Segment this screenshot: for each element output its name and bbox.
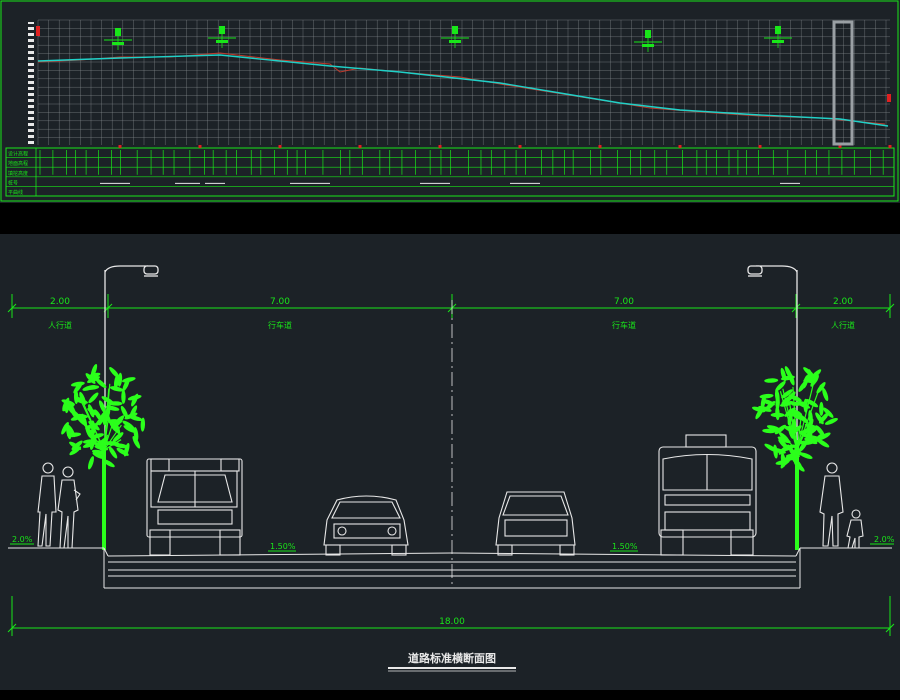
ruler-tick xyxy=(28,42,34,45)
right-end-marker xyxy=(887,94,891,102)
ruler-tick xyxy=(28,54,34,57)
station-markers xyxy=(104,26,792,52)
station-marker xyxy=(208,26,236,48)
station-tick xyxy=(438,145,442,148)
station-tick xyxy=(598,145,602,148)
zone-label-left-lane: 行车道 xyxy=(268,320,292,330)
tree-left xyxy=(61,363,146,550)
width-label-left-sidewalk: 2.00 xyxy=(50,297,70,307)
ruler-tick xyxy=(28,96,34,99)
ruler-tick xyxy=(28,24,34,27)
left-end-marker xyxy=(36,26,40,36)
ruler-tick xyxy=(28,138,34,141)
longitudinal-profile-panel: 设计高程地面高程填挖高度桩号平曲线 xyxy=(0,0,900,203)
car-right xyxy=(495,491,576,556)
width-label-right-lane: 7.00 xyxy=(614,297,634,307)
profile-row-label: 桩号 xyxy=(8,179,18,186)
profile-data-table: 设计高程地面高程填挖高度桩号平曲线 xyxy=(5,145,895,197)
profile-border xyxy=(0,0,899,202)
profile-row-label: 平曲线 xyxy=(8,189,23,196)
road-surface xyxy=(8,547,892,589)
zone-label-right-sidewalk: 人行道 xyxy=(831,320,855,330)
top-dimension-line xyxy=(7,294,895,318)
width-label-right-sidewalk: 2.00 xyxy=(833,297,853,307)
drawing-title: 道路标准横断面图 xyxy=(408,651,496,665)
profile-grid xyxy=(37,19,890,145)
width-label-left-lane: 7.00 xyxy=(270,297,290,307)
car-left xyxy=(323,495,409,556)
slope-left-lane: 1.50% xyxy=(270,542,296,551)
station-marker xyxy=(764,26,792,48)
profile-row-label: 地面高程 xyxy=(8,160,28,167)
station-tick xyxy=(198,145,202,148)
ruler-tick xyxy=(28,48,34,51)
bus-right xyxy=(658,434,757,556)
station-tick xyxy=(518,145,522,148)
cross-section-drawing: 2.00 7.00 7.00 2.00 人行道 行车道 行车道 人行道 2.0%… xyxy=(7,265,895,672)
ruler-tick xyxy=(28,120,34,123)
zone-label-right-lane: 行车道 xyxy=(612,320,636,330)
slope-right-lane: 1.50% xyxy=(612,542,638,551)
divider-band xyxy=(0,203,900,234)
bottom-band xyxy=(0,690,900,700)
ruler-tick xyxy=(28,102,34,105)
ruler-tick xyxy=(28,84,34,87)
truck-left xyxy=(146,458,243,556)
ruler-tick xyxy=(28,78,34,81)
station-marker xyxy=(634,30,662,52)
pedestrians-right xyxy=(819,462,864,549)
ruler-tick xyxy=(28,72,34,75)
ruler-bar xyxy=(28,22,34,144)
total-width-label: 18.00 xyxy=(439,617,465,627)
pedestrians-left xyxy=(37,462,81,549)
ruler-tick xyxy=(28,90,34,93)
design-grade-line xyxy=(37,54,889,127)
station-tick xyxy=(278,145,282,148)
slope-left-sidewalk: 2.0% xyxy=(12,535,33,544)
profile-drawing: 设计高程地面高程填挖高度桩号平曲线 xyxy=(0,0,899,202)
station-tick xyxy=(888,145,892,148)
station-tick xyxy=(678,145,682,148)
ruler-tick xyxy=(28,108,34,111)
station-marker xyxy=(104,28,132,50)
station-tick xyxy=(118,145,122,148)
profile-row-label: 设计高程 xyxy=(8,151,28,158)
station-tick xyxy=(758,145,762,148)
ruler-tick xyxy=(28,60,34,63)
ruler-tick xyxy=(28,132,34,135)
station-tick xyxy=(358,145,362,148)
right-scale-bar xyxy=(832,20,854,146)
profile-row-label: 填挖高度 xyxy=(8,170,28,177)
ruler-tick xyxy=(28,114,34,117)
cross-section-panel: 2.00 7.00 7.00 2.00 人行道 行车道 行车道 人行道 2.0%… xyxy=(0,234,900,690)
zone-label-left-sidewalk: 人行道 xyxy=(48,320,72,330)
ruler-tick xyxy=(28,30,34,33)
ruler-tick xyxy=(28,126,34,129)
ruler-tick xyxy=(28,66,34,69)
tree-right xyxy=(752,366,838,550)
elevation-ruler xyxy=(28,22,34,144)
station-marker xyxy=(441,26,469,48)
total-width-dimension xyxy=(7,596,895,636)
slope-right-sidewalk: 2.0% xyxy=(874,535,895,544)
ruler-tick xyxy=(28,36,34,39)
